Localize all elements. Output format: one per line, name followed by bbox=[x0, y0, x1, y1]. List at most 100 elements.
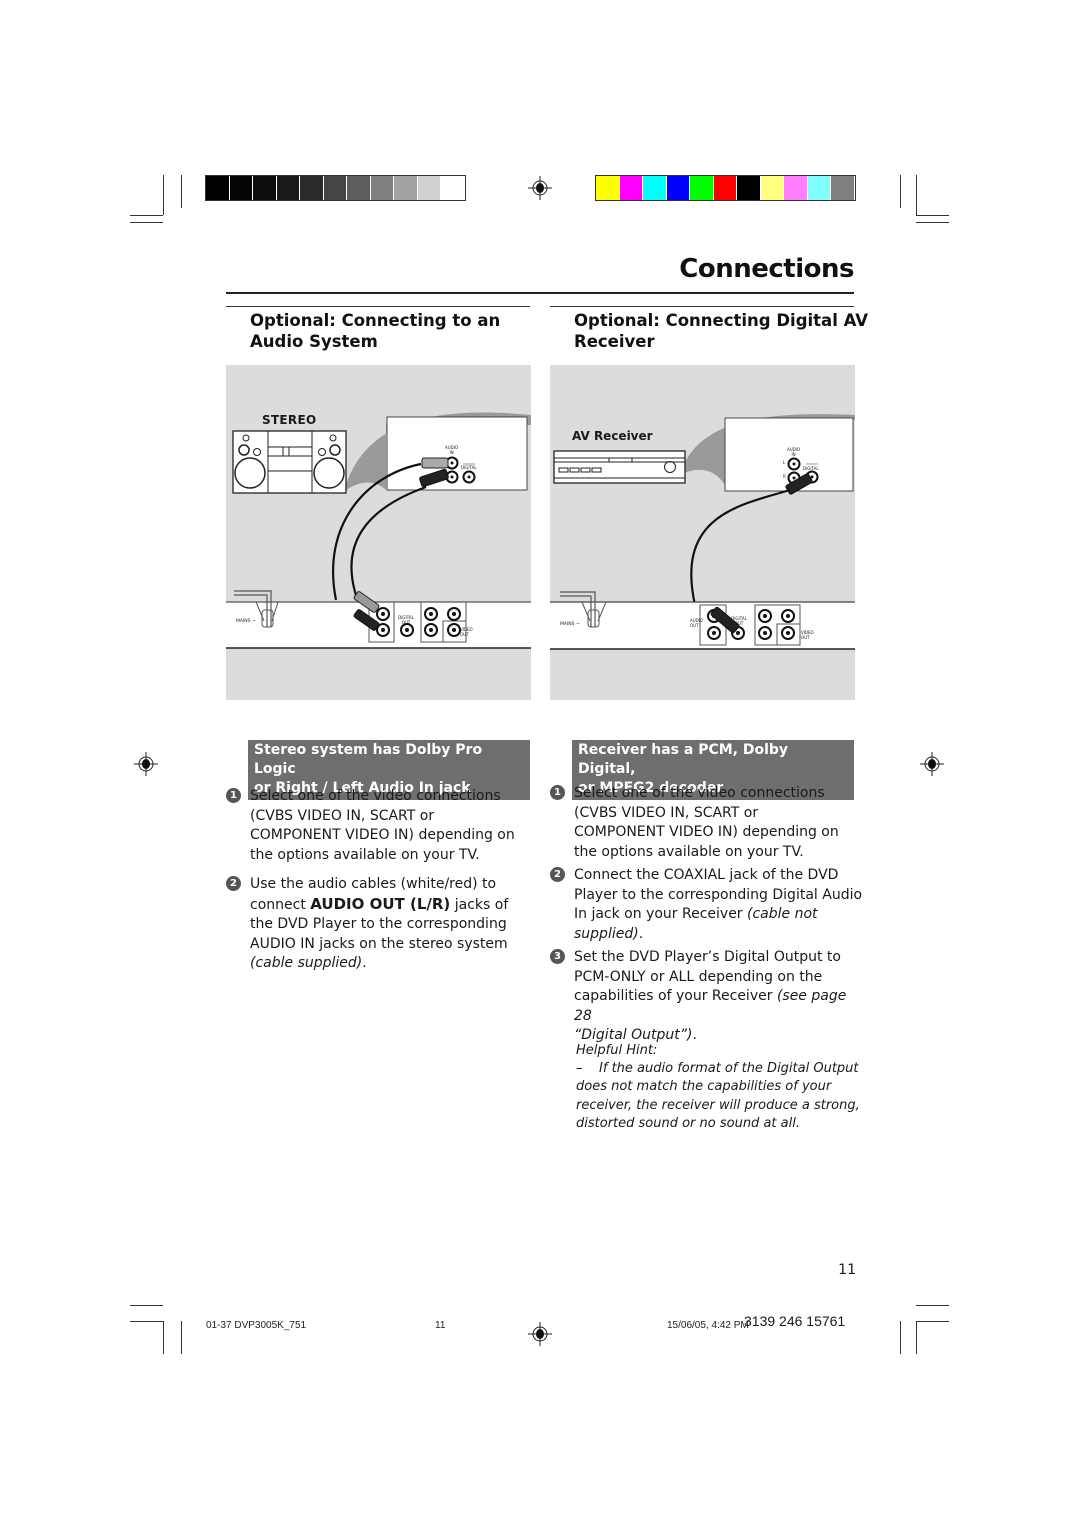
step-text: (CVBS VIDEO IN, SCART or bbox=[574, 804, 759, 821]
crop-mark bbox=[916, 1321, 917, 1354]
color-swatch bbox=[807, 176, 831, 200]
step-text: connect AUDIO OUT (L/R) jacks of bbox=[250, 894, 509, 913]
step-text: Select one of the video connections bbox=[250, 788, 501, 804]
step-number-badge: 1 bbox=[226, 788, 241, 803]
color-swatch bbox=[643, 176, 667, 200]
color-swatch bbox=[760, 176, 784, 200]
footer-timestamp: 15/06/05, 4:42 PM bbox=[667, 1320, 749, 1331]
right-step-1: 1 Select one of the video connections (C… bbox=[550, 784, 864, 862]
color-swatch bbox=[370, 176, 394, 200]
step-number-badge: 2 bbox=[550, 867, 565, 882]
step-text: COMPONENT VIDEO IN) depending on bbox=[250, 827, 515, 844]
step-text: capabilities of your Receiver (see page … bbox=[574, 988, 847, 1024]
color-swatch bbox=[300, 176, 324, 200]
step-text: supplied). bbox=[574, 925, 644, 942]
registration-mark-icon bbox=[528, 176, 552, 200]
crop-mark bbox=[181, 175, 182, 208]
video-out-label: VIDEO OUT bbox=[801, 630, 814, 640]
color-swatch bbox=[323, 176, 347, 200]
color-swatch bbox=[276, 176, 300, 200]
crop-mark bbox=[916, 1321, 949, 1322]
crop-mark bbox=[163, 1321, 164, 1354]
color-swatch bbox=[394, 176, 418, 200]
step-text: (cable supplied). bbox=[250, 955, 367, 972]
digital-out-label: DIGITAL OUT bbox=[398, 615, 414, 625]
crop-mark bbox=[916, 1305, 949, 1306]
step-text: Set the DVD Player’s Digital Output to bbox=[574, 949, 841, 965]
color-calibration-bar bbox=[595, 175, 856, 201]
crop-mark bbox=[916, 222, 949, 223]
crop-mark bbox=[900, 1321, 901, 1354]
audio-in-label: AUDIO IN bbox=[787, 447, 800, 457]
color-swatch bbox=[229, 176, 253, 200]
step-text: In jack on your Receiver (cable not bbox=[574, 906, 818, 923]
step-text: Use the audio cables (white/red) to bbox=[250, 876, 497, 892]
step-text: Select one of the video connections bbox=[574, 785, 825, 801]
color-swatch bbox=[784, 176, 808, 200]
section-rule-left bbox=[226, 306, 530, 307]
step-number-badge: 2 bbox=[226, 876, 241, 891]
left-step-1: 1 Select one of the video connections (C… bbox=[226, 787, 535, 865]
step-text: AUDIO IN jacks on the stereo system bbox=[250, 935, 508, 952]
color-swatch bbox=[253, 176, 277, 200]
color-swatch bbox=[417, 176, 441, 200]
hint-text: does not match the capabilities of your bbox=[576, 1079, 832, 1095]
step-text: PCM-ONLY or ALL depending on the bbox=[574, 968, 823, 985]
heading-line: Optional: Connecting Digital AV bbox=[574, 311, 869, 330]
registration-mark-icon bbox=[528, 1322, 552, 1346]
color-swatch bbox=[666, 176, 690, 200]
footer-file-name: 01-37 DVP3005K_751 bbox=[206, 1320, 307, 1331]
footer-part-number: 3139 246 15761 bbox=[744, 1313, 846, 1329]
color-swatch bbox=[206, 176, 230, 200]
registration-mark-icon bbox=[134, 752, 158, 776]
title-rule bbox=[226, 292, 854, 294]
crop-mark bbox=[130, 1305, 163, 1306]
band-line: Receiver has a PCM, Dolby Digital, bbox=[578, 742, 789, 777]
band-line: Stereo system has Dolby Pro Logic bbox=[254, 742, 483, 777]
section-heading-digital-av-receiver: Optional: Connecting Digital AV Receiver bbox=[574, 310, 868, 352]
helpful-hint: Helpful Hint: – If the audio format of t… bbox=[576, 1042, 861, 1133]
color-swatch bbox=[596, 176, 620, 200]
crop-mark bbox=[181, 1321, 182, 1354]
stereo-connection-illustration: STEREO AUDIO IN DIGITAL MAINS ~ DIGITAL … bbox=[226, 365, 531, 700]
step-number-badge: 3 bbox=[550, 949, 565, 964]
video-out-label: VIDEO OUT bbox=[460, 627, 473, 637]
section-rule-right bbox=[550, 306, 854, 307]
step-text: the options available on your TV. bbox=[574, 843, 804, 860]
color-swatch bbox=[831, 176, 855, 200]
page-title: Connections bbox=[679, 254, 854, 284]
mains-label: MAINS ~ bbox=[236, 619, 256, 624]
page-number: 11 bbox=[838, 1262, 856, 1278]
step-text: the DVD Player to the corresponding bbox=[250, 916, 507, 933]
step-text: (CVBS VIDEO IN, SCART or bbox=[250, 807, 435, 824]
color-swatch bbox=[690, 176, 714, 200]
footer-sheet-number: 11 bbox=[435, 1320, 446, 1331]
left-channel-label: L bbox=[783, 460, 786, 465]
right-step-2: 2 Connect the COAXIAL jack of the DVD Pl… bbox=[550, 866, 864, 944]
color-swatch bbox=[713, 176, 737, 200]
crop-mark bbox=[163, 175, 164, 215]
mains-label: MAINS ~ bbox=[560, 622, 580, 627]
heading-line: Audio System bbox=[250, 332, 378, 351]
color-swatch bbox=[737, 176, 761, 200]
heading-line: Receiver bbox=[574, 332, 655, 351]
hint-title: Helpful Hint: bbox=[576, 1043, 658, 1058]
digital-label: DIGITAL bbox=[461, 465, 477, 470]
crop-mark bbox=[916, 175, 917, 215]
hint-text: receiver, the receiver will produce a st… bbox=[576, 1097, 860, 1113]
right-step-3: 3 Set the DVD Player’s Digital Output to… bbox=[550, 948, 864, 1046]
audio-out-emphasis: AUDIO OUT (L/R) bbox=[310, 894, 451, 913]
hint-text: – If the audio format of the Digital Out… bbox=[576, 1061, 859, 1077]
crop-mark bbox=[130, 222, 163, 223]
crop-mark bbox=[130, 1321, 163, 1322]
section-heading-audio-system: Optional: Connecting to an Audio System bbox=[250, 310, 500, 352]
jack-label: IN bbox=[791, 452, 796, 457]
step-number-badge: 1 bbox=[550, 785, 565, 800]
step-text: Player to the corresponding Digital Audi… bbox=[574, 886, 863, 903]
step-text: Connect the COAXIAL jack of the DVD bbox=[574, 867, 839, 883]
jack-label: IN bbox=[449, 450, 454, 455]
color-swatch bbox=[347, 176, 371, 200]
crop-mark bbox=[900, 175, 901, 208]
color-swatch bbox=[441, 176, 465, 200]
digital-label: DIGITAL bbox=[803, 466, 819, 471]
